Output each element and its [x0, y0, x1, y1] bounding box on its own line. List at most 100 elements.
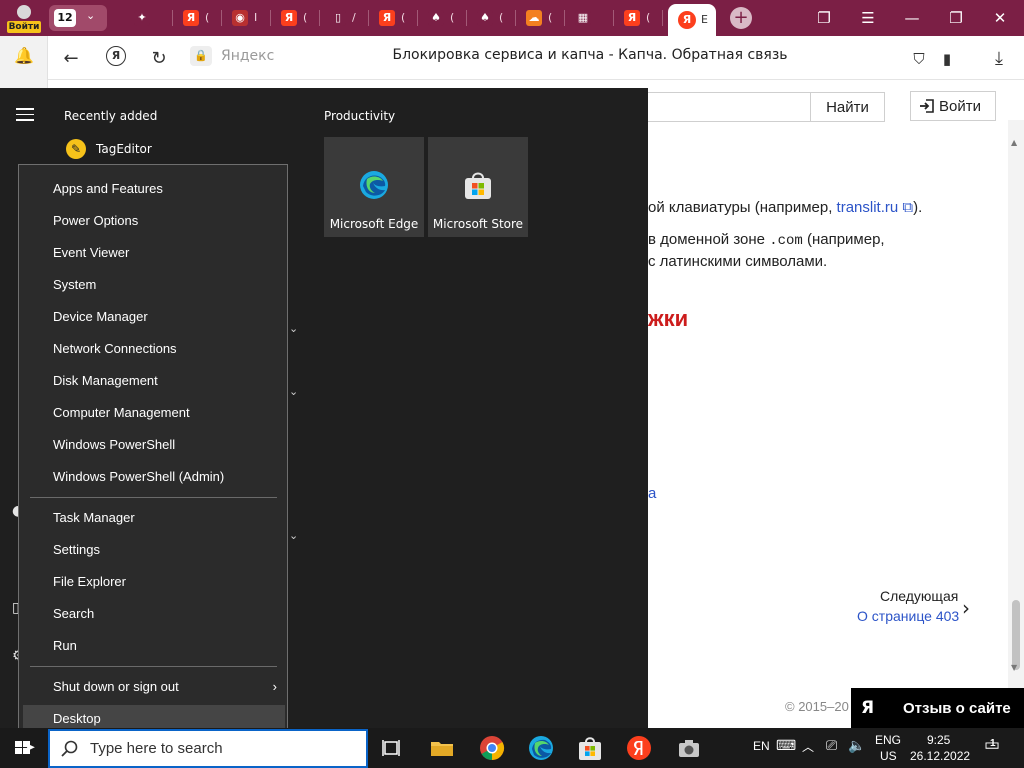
- browser-menu-icon[interactable]: ☰: [854, 6, 882, 30]
- browser-tab-title: (: [450, 11, 455, 24]
- active-tab[interactable]: Я E: [668, 4, 716, 36]
- circle-tab-icon: ◉: [232, 10, 248, 26]
- chevron-down-icon[interactable]: ⌄: [289, 322, 298, 335]
- yandex-home-button[interactable]: Я: [106, 46, 126, 66]
- language-line-2[interactable]: US: [880, 749, 897, 763]
- clock-time[interactable]: 9:25: [927, 733, 950, 747]
- tile-microsoft-edge[interactable]: Microsoft Edge: [324, 137, 424, 237]
- page-scrollbar[interactable]: ▲ ▼: [1008, 120, 1024, 690]
- scroll-down-icon[interactable]: ▼: [1011, 663, 1017, 672]
- partial-link[interactable]: а: [648, 485, 656, 502]
- language-line-1[interactable]: ENG: [875, 733, 901, 747]
- yandex-tab-icon: Я: [624, 10, 640, 26]
- microsoft-tab-icon: ▦: [575, 10, 591, 26]
- browser-tab-title: I: [254, 11, 258, 24]
- domain-code: .com: [769, 233, 803, 249]
- new-tab-button[interactable]: +: [730, 7, 752, 29]
- support-heading: жки: [648, 306, 689, 331]
- file-explorer-icon[interactable]: [428, 734, 456, 762]
- menu-item-shut-down-or-sign-out[interactable]: Shut down or sign out ›: [19, 673, 287, 701]
- close-icon[interactable]: ✕: [986, 6, 1014, 30]
- menu-item-computer-management[interactable]: Computer Management: [19, 399, 287, 427]
- menu-item-power-options[interactable]: Power Options: [19, 207, 287, 235]
- chevron-up-icon[interactable]: ︿: [802, 738, 814, 755]
- chevron-down-icon[interactable]: ⌄: [289, 529, 298, 542]
- browser-tab-title: (: [303, 11, 308, 24]
- tab-count-button[interactable]: 12 ⌄: [49, 5, 107, 31]
- clock-date[interactable]: 26.12.2022: [910, 749, 970, 763]
- next-page-link[interactable]: О странице 403: [857, 608, 959, 624]
- menu-item-event-viewer[interactable]: Event Viewer: [19, 239, 287, 267]
- menu-item-disk-management[interactable]: Disk Management: [19, 367, 287, 395]
- chevron-down-icon[interactable]: ⌄: [289, 385, 298, 398]
- profile-login-badge[interactable]: Войти: [6, 3, 42, 33]
- camera-icon[interactable]: [675, 734, 703, 762]
- power-user-menu: Apps and Features Power Options Event View…: [18, 164, 288, 744]
- download-icon[interactable]: ⤓: [986, 46, 1012, 72]
- bookmarks-panel-icon[interactable]: ❐: [810, 6, 838, 30]
- tab-separator: [319, 10, 320, 26]
- language-short[interactable]: EN: [753, 739, 770, 753]
- network-icon[interactable]: ⎚: [826, 737, 837, 754]
- menu-item-system[interactable]: System: [19, 271, 287, 299]
- paragraph-text: (например,: [802, 231, 885, 248]
- site-login-button[interactable]: Войти: [910, 91, 996, 121]
- store-taskbar-icon[interactable]: [576, 734, 604, 762]
- chevron-right-icon[interactable]: ›: [962, 596, 970, 620]
- address-bar-yandex-link[interactable]: Яндекс: [221, 48, 274, 64]
- browser-tab-title: (: [548, 11, 553, 24]
- search-icon: [61, 740, 78, 757]
- mouse-cursor-icon: ➤: [23, 738, 36, 756]
- keyboard-icon[interactable]: ⌨: [776, 737, 796, 754]
- menu-item-apps-and-features[interactable]: Apps and Features: [19, 175, 287, 203]
- minimize-icon[interactable]: —: [898, 6, 926, 30]
- find-button[interactable]: Найти: [810, 92, 885, 122]
- notification-count: 1: [990, 738, 996, 749]
- translit-link[interactable]: translit.ru: [837, 199, 899, 216]
- productivity-group-title: Productivity: [324, 109, 396, 123]
- start-button[interactable]: ➤: [0, 728, 48, 768]
- cloud-tab-icon: ☁: [526, 10, 542, 26]
- yandex-browser-icon[interactable]: [625, 734, 653, 762]
- bell-icon[interactable]: 🔔: [12, 44, 36, 68]
- tile-label: Microsoft Edge: [329, 217, 419, 231]
- yandex-tab-icon: Я: [379, 10, 395, 26]
- reload-icon[interactable]: ↻: [146, 46, 172, 72]
- edge-icon: [360, 171, 388, 199]
- feedback-button[interactable]: Я Отзыв о сайте: [851, 688, 1024, 728]
- app-tageditor-label: TagEditor: [96, 142, 152, 156]
- scroll-up-icon[interactable]: ▲: [1011, 138, 1017, 147]
- tab-separator: [515, 10, 516, 26]
- chrome-icon[interactable]: [478, 734, 506, 762]
- hamburger-menu-icon[interactable]: [16, 108, 34, 122]
- active-tab-title: E: [701, 13, 708, 26]
- menu-item-device-manager[interactable]: Device Manager: [19, 303, 287, 331]
- paragraph-line-3: с латинскими символами.: [648, 253, 828, 270]
- taskbar-search-box[interactable]: Type here to search: [48, 729, 368, 768]
- task-view-icon[interactable]: [378, 734, 406, 762]
- volume-muted-icon[interactable]: 🔈: [848, 737, 865, 754]
- menu-item-windows-powershell-admin[interactable]: Windows PowerShell (Admin): [19, 463, 287, 491]
- tab-separator: [417, 10, 418, 26]
- menu-separator: [30, 497, 277, 498]
- menu-item-windows-powershell[interactable]: Windows PowerShell: [19, 431, 287, 459]
- menu-item-search[interactable]: Search: [19, 600, 287, 628]
- protect-icon[interactable]: ⛉: [906, 46, 932, 72]
- chevron-right-icon: ›: [272, 679, 277, 694]
- lock-icon[interactable]: 🔒: [190, 46, 212, 66]
- edge-taskbar-icon[interactable]: [527, 734, 555, 762]
- paragraph-line-1: ой клавиатуры (например, translit.ru ⧉).: [648, 199, 922, 216]
- menu-item-task-manager[interactable]: Task Manager: [19, 504, 287, 532]
- tageditor-icon: ✎: [66, 139, 86, 159]
- menu-item-file-explorer[interactable]: File Explorer: [19, 568, 287, 596]
- menu-item-network-connections[interactable]: Network Connections: [19, 335, 287, 363]
- browser-tab-title: (: [205, 11, 210, 24]
- menu-item-settings[interactable]: Settings: [19, 536, 287, 564]
- menu-item-run[interactable]: Run: [19, 632, 287, 660]
- bookmark-icon[interactable]: ▮: [934, 46, 960, 72]
- back-arrow-icon[interactable]: ←: [58, 46, 84, 72]
- scroll-thumb[interactable]: [1012, 600, 1020, 670]
- tab-separator: [221, 10, 222, 26]
- tile-microsoft-store[interactable]: Microsoft Store: [428, 137, 528, 237]
- restore-icon[interactable]: ❐: [942, 6, 970, 30]
